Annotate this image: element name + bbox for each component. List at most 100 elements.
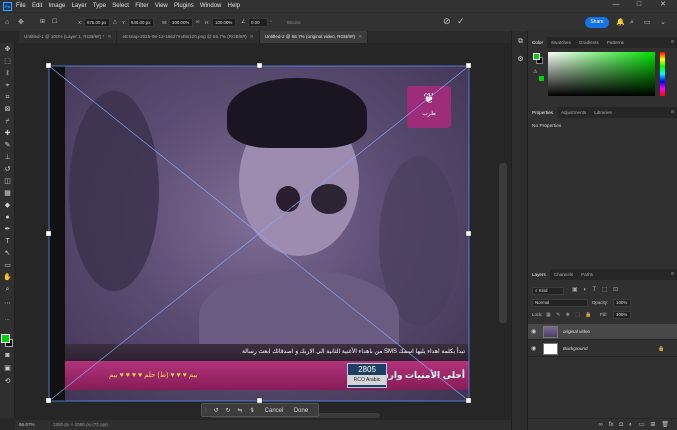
close-tab-icon[interactable]: ✕ xyxy=(250,31,254,43)
height-field[interactable]: 100.00% xyxy=(212,18,236,27)
menu-view[interactable]: View xyxy=(155,3,168,9)
home-icon[interactable]: ⌂ xyxy=(5,18,9,27)
workspace-icon[interactable]: ▭ xyxy=(644,18,651,27)
healing-brush-tool-icon[interactable]: ✚ xyxy=(2,129,13,139)
reference-point-icon[interactable]: ⊞ xyxy=(40,18,45,27)
quick-mask-icon[interactable]: ◙ xyxy=(2,351,13,361)
panel-menu-icon[interactable]: ≡ xyxy=(671,37,674,48)
rotate-right-icon[interactable]: ↻ xyxy=(223,404,233,418)
zoom-level[interactable]: 66.67% xyxy=(19,420,35,430)
link-icon[interactable]: ∞ xyxy=(196,18,200,27)
commit-transform-icon[interactable]: ✓ xyxy=(457,17,465,26)
done-button[interactable]: Done xyxy=(290,404,312,418)
link-layers-icon[interactable]: ∞ xyxy=(598,419,602,430)
layer-filter-icons[interactable]: ▣ ◐ T ⬚ ⊡ xyxy=(572,286,620,293)
menu-plugins[interactable]: Plugins xyxy=(174,3,194,9)
layer-filter-kind[interactable]: ⌕ Kind xyxy=(532,287,564,295)
transform-handle-bottom-right[interactable] xyxy=(465,397,472,404)
opacity-field[interactable]: 100% xyxy=(613,299,631,307)
adjustment-layer-icon[interactable]: ◐ xyxy=(629,419,633,430)
angle-field[interactable]: 0.00 xyxy=(248,18,268,27)
clone-stamp-tool-icon[interactable]: ⊥ xyxy=(2,153,13,163)
frame-tool-icon[interactable]: ⊠ xyxy=(2,105,13,115)
add-mask-icon[interactable]: ◘ xyxy=(619,419,623,430)
reference-point-toggle-icon[interactable]: ☐ xyxy=(52,18,57,27)
type-tool-icon[interactable]: T xyxy=(2,237,13,247)
transform-handle-right[interactable] xyxy=(465,230,472,237)
close-tab-icon[interactable]: ✕ xyxy=(107,31,111,43)
menu-edit[interactable]: Edit xyxy=(32,3,42,9)
move-tool-preset-icon[interactable]: ✥ xyxy=(18,18,24,27)
transform-handle-top-right[interactable] xyxy=(465,62,472,69)
width-field[interactable]: 100.00% xyxy=(169,18,193,27)
y-position-field[interactable]: 540.00 px xyxy=(128,18,154,27)
layer-name[interactable]: Background xyxy=(563,341,588,357)
menu-file[interactable]: File xyxy=(16,3,26,9)
layer-row-original-video[interactable]: ◉ original video xyxy=(528,324,677,340)
object-selection-tool-icon[interactable]: ⌖ xyxy=(2,81,13,91)
hue-slider[interactable] xyxy=(660,52,665,96)
hand-tool-icon[interactable]: ✋ xyxy=(2,273,13,283)
tab-adjustments[interactable]: Adjustments xyxy=(557,107,590,118)
lasso-tool-icon[interactable]: ℓ xyxy=(2,69,13,79)
lock-options-icons[interactable]: ▦ ✎ ✥ ⬚ 🔒 xyxy=(546,311,594,319)
history-panel-icon[interactable]: ⧉ xyxy=(516,37,525,46)
tab-swatches[interactable]: Swatches xyxy=(547,37,575,48)
rotate-left-icon[interactable]: ↺ xyxy=(211,404,221,418)
eyedropper-tool-icon[interactable]: ⌿ xyxy=(2,117,13,127)
artboard-tool-icon[interactable]: ⬚ xyxy=(2,57,13,67)
tab-patterns[interactable]: Patterns xyxy=(603,37,628,48)
fill-field[interactable]: 100% xyxy=(613,311,631,319)
brush-tool-icon[interactable]: ✎ xyxy=(2,141,13,151)
visibility-eye-icon[interactable]: ◉ xyxy=(531,341,536,357)
x-position-field[interactable]: 675.00 px xyxy=(84,18,110,27)
layer-row-background[interactable]: ◉ Background 🔒 xyxy=(528,341,677,357)
tab-untitled-1[interactable]: Untitled-1 @ 100% (Layer 1, RGB/8#) * ✕ xyxy=(19,31,118,43)
maximize-button[interactable]: □ xyxy=(628,0,650,10)
notifications-icon[interactable]: 🔔 xyxy=(616,18,625,27)
blur-tool-icon[interactable]: ◆ xyxy=(2,201,13,211)
rectangle-tool-icon[interactable]: ▭ xyxy=(2,261,13,271)
layer-style-icon[interactable]: fx xyxy=(609,419,614,430)
tab-paths[interactable]: Paths xyxy=(577,269,597,280)
interpolation-select[interactable]: Bicubic xyxy=(287,18,301,27)
vertical-scrollbar[interactable] xyxy=(499,163,507,323)
blend-mode-select[interactable]: Normal xyxy=(532,299,588,307)
tab-untitled-2[interactable]: Untitled-2 @ 66.7% (original video, RGB/… xyxy=(259,31,369,43)
tab-properties[interactable]: Properties xyxy=(528,107,557,118)
flip-vertical-icon[interactable]: ⥮ xyxy=(247,404,257,418)
new-group-icon[interactable]: ▭ xyxy=(639,419,645,430)
menu-select[interactable]: Select xyxy=(112,3,129,9)
close-tab-icon[interactable]: ✕ xyxy=(358,31,362,43)
move-tool-icon[interactable]: ✥ xyxy=(2,45,13,55)
zoom-tool-icon[interactable]: ⌕ xyxy=(2,285,13,295)
color-warning-icon[interactable]: ⚠ xyxy=(533,69,537,75)
tab-gradients[interactable]: Gradients xyxy=(575,37,603,48)
tab-layers[interactable]: Layers xyxy=(528,269,550,280)
minimize-button[interactable]: — xyxy=(605,0,627,10)
menu-filter[interactable]: Filter xyxy=(135,3,148,9)
web-safe-chip[interactable] xyxy=(539,76,544,81)
workspace-chevron-icon[interactable]: ⌄ xyxy=(660,18,666,27)
history-brush-tool-icon[interactable]: ↺ xyxy=(2,165,13,175)
crop-tool-icon[interactable]: ⌗ xyxy=(2,93,13,103)
cancel-button[interactable]: Cancel xyxy=(263,404,285,418)
transform-handle-bottom-left[interactable] xyxy=(45,397,52,404)
search-icon[interactable]: ⌕ xyxy=(630,18,634,27)
actions-panel-icon[interactable]: ⚙ xyxy=(516,55,525,64)
close-window-button[interactable]: ✕ xyxy=(652,0,674,10)
gradient-tool-icon[interactable]: ▦ xyxy=(2,189,13,199)
share-for-review-icon[interactable]: ⟲ xyxy=(2,377,13,387)
menu-image[interactable]: Image xyxy=(49,3,66,9)
photoshop-logo-icon[interactable]: Ps xyxy=(3,1,12,11)
foreground-color-chip[interactable] xyxy=(533,53,540,60)
visibility-eye-icon[interactable]: ◉ xyxy=(531,324,536,340)
canvas-area[interactable]: ❦ طرب من باهداء الأغنية الثانية الى الار… xyxy=(15,43,511,420)
status-chevron-icon[interactable]: › xyxy=(105,420,107,430)
foreground-color-swatch[interactable] xyxy=(1,334,10,343)
tab-color[interactable]: Color xyxy=(528,37,547,48)
new-layer-icon[interactable]: ⊞ xyxy=(650,419,655,430)
path-selection-tool-icon[interactable]: ↖ xyxy=(2,249,13,259)
drag-handle-icon[interactable]: ⋮ xyxy=(203,404,209,418)
transform-handle-left[interactable] xyxy=(45,230,52,237)
